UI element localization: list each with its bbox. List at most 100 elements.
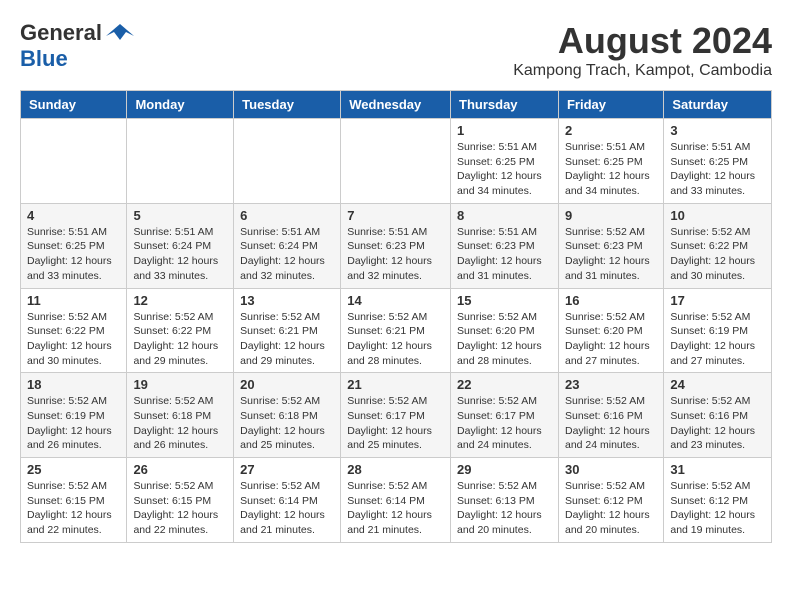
day-info: Sunrise: 5:52 AM Sunset: 6:23 PM Dayligh… (565, 225, 657, 284)
day-info: Sunrise: 5:52 AM Sunset: 6:13 PM Dayligh… (457, 479, 552, 538)
calendar-cell: 14 Sunrise: 5:52 AM Sunset: 6:21 PM Dayli… (341, 288, 451, 373)
calendar-cell: 19Sunrise: 5:52 AM Sunset: 6:18 PM Dayli… (127, 373, 234, 458)
calendar-cell: 25 Sunrise: 5:52 AM Sunset: 6:15 PM Dayli… (21, 458, 127, 543)
calendar-cell: 24 Sunrise: 5:52 AM Sunset: 6:16 PM Dayli… (664, 373, 772, 458)
day-info: Sunrise: 5:52 AM Sunset: 6:16 PM Dayligh… (565, 394, 657, 453)
day-of-week-header: Saturday (664, 91, 772, 119)
calendar-cell: 29Sunrise: 5:52 AM Sunset: 6:13 PM Dayli… (451, 458, 559, 543)
calendar-cell: 22Sunrise: 5:52 AM Sunset: 6:17 PM Dayli… (451, 373, 559, 458)
day-number: 18 (27, 377, 120, 392)
day-number: 16 (565, 293, 657, 308)
day-info: Sunrise: 5:51 AM Sunset: 6:25 PM Dayligh… (670, 140, 765, 199)
day-info: Sunrise: 5:52 AM Sunset: 6:17 PM Dayligh… (347, 394, 444, 453)
day-number: 13 (240, 293, 334, 308)
day-number: 17 (670, 293, 765, 308)
day-number: 21 (347, 377, 444, 392)
logo-general: General (20, 20, 102, 46)
day-number: 22 (457, 377, 552, 392)
day-number: 24 (670, 377, 765, 392)
calendar-cell: 23 Sunrise: 5:52 AM Sunset: 6:16 PM Dayli… (558, 373, 663, 458)
day-info: Sunrise: 5:52 AM Sunset: 6:20 PM Dayligh… (565, 310, 657, 369)
day-number: 30 (565, 462, 657, 477)
day-info: Sunrise: 5:52 AM Sunset: 6:15 PM Dayligh… (133, 479, 227, 538)
day-info: Sunrise: 5:52 AM Sunset: 6:18 PM Dayligh… (240, 394, 334, 453)
day-of-week-header: Friday (558, 91, 663, 119)
day-info: Sunrise: 5:52 AM Sunset: 6:19 PM Dayligh… (27, 394, 120, 453)
calendar-cell: 20 Sunrise: 5:52 AM Sunset: 6:18 PM Dayli… (234, 373, 341, 458)
day-info: Sunrise: 5:51 AM Sunset: 6:24 PM Dayligh… (133, 225, 227, 284)
day-info: Sunrise: 5:52 AM Sunset: 6:22 PM Dayligh… (670, 225, 765, 284)
calendar-cell: 3 Sunrise: 5:51 AM Sunset: 6:25 PM Daylig… (664, 119, 772, 204)
day-number: 28 (347, 462, 444, 477)
calendar-cell: 9 Sunrise: 5:52 AM Sunset: 6:23 PM Daylig… (558, 203, 663, 288)
calendar-week-row: 11 Sunrise: 5:52 AM Sunset: 6:22 PM Dayli… (21, 288, 772, 373)
calendar-cell: 28 Sunrise: 5:52 AM Sunset: 6:14 PM Dayli… (341, 458, 451, 543)
day-number: 8 (457, 208, 552, 223)
calendar-cell: 11Sunrise: 5:52 AM Sunset: 6:22 PM Dayli… (21, 288, 127, 373)
day-info: Sunrise: 5:52 AM Sunset: 6:21 PM Dayligh… (240, 310, 334, 369)
day-number: 11 (27, 293, 120, 308)
calendar-cell: 8 Sunrise: 5:51 AM Sunset: 6:23 PM Daylig… (451, 203, 559, 288)
calendar-table: SundayMondayTuesdayWednesdayThursdayFrid… (20, 90, 772, 543)
calendar-cell: 2 Sunrise: 5:51 AM Sunset: 6:25 PM Daylig… (558, 119, 663, 204)
calendar-cell: 6Sunrise: 5:51 AM Sunset: 6:24 PM Daylig… (234, 203, 341, 288)
day-of-week-header: Monday (127, 91, 234, 119)
calendar-cell: 7 Sunrise: 5:51 AM Sunset: 6:23 PM Daylig… (341, 203, 451, 288)
day-number: 10 (670, 208, 765, 223)
day-info: Sunrise: 5:51 AM Sunset: 6:23 PM Dayligh… (457, 225, 552, 284)
calendar-cell: 10 Sunrise: 5:52 AM Sunset: 6:22 PM Dayli… (664, 203, 772, 288)
calendar-cell: 15 Sunrise: 5:52 AM Sunset: 6:20 PM Dayli… (451, 288, 559, 373)
calendar-cell: 21 Sunrise: 5:52 AM Sunset: 6:17 PM Dayli… (341, 373, 451, 458)
day-number: 14 (347, 293, 444, 308)
day-info: Sunrise: 5:51 AM Sunset: 6:25 PM Dayligh… (565, 140, 657, 199)
day-number: 12 (133, 293, 227, 308)
calendar-cell (341, 119, 451, 204)
day-info: Sunrise: 5:52 AM Sunset: 6:12 PM Dayligh… (670, 479, 765, 538)
day-info: Sunrise: 5:51 AM Sunset: 6:23 PM Dayligh… (347, 225, 444, 284)
calendar-cell: 12 Sunrise: 5:52 AM Sunset: 6:22 PM Dayli… (127, 288, 234, 373)
day-number: 23 (565, 377, 657, 392)
day-info: Sunrise: 5:52 AM Sunset: 6:15 PM Dayligh… (27, 479, 120, 538)
logo-bird-icon (106, 22, 134, 44)
day-info: Sunrise: 5:52 AM Sunset: 6:22 PM Dayligh… (133, 310, 227, 369)
calendar-week-row: 25 Sunrise: 5:52 AM Sunset: 6:15 PM Dayli… (21, 458, 772, 543)
calendar-cell: 30 Sunrise: 5:52 AM Sunset: 6:12 PM Dayli… (558, 458, 663, 543)
logo: General Blue (20, 20, 134, 72)
calendar-week-row: 1 Sunrise: 5:51 AM Sunset: 6:25 PM Daylig… (21, 119, 772, 204)
day-number: 31 (670, 462, 765, 477)
day-number: 1 (457, 123, 552, 138)
day-number: 6 (240, 208, 334, 223)
day-info: Sunrise: 5:51 AM Sunset: 6:25 PM Dayligh… (27, 225, 120, 284)
day-of-week-header: Sunday (21, 91, 127, 119)
day-number: 9 (565, 208, 657, 223)
calendar-cell: 17Sunrise: 5:52 AM Sunset: 6:19 PM Dayli… (664, 288, 772, 373)
day-number: 25 (27, 462, 120, 477)
calendar-cell: 1 Sunrise: 5:51 AM Sunset: 6:25 PM Daylig… (451, 119, 559, 204)
calendar-cell (127, 119, 234, 204)
day-info: Sunrise: 5:52 AM Sunset: 6:21 PM Dayligh… (347, 310, 444, 369)
calendar-week-row: 18 Sunrise: 5:52 AM Sunset: 6:19 PM Dayli… (21, 373, 772, 458)
header: General Blue August 2024 Kampong Trach, … (20, 20, 772, 80)
day-header-row: SundayMondayTuesdayWednesdayThursdayFrid… (21, 91, 772, 119)
day-info: Sunrise: 5:51 AM Sunset: 6:25 PM Dayligh… (457, 140, 552, 199)
day-number: 5 (133, 208, 227, 223)
calendar-cell: 16 Sunrise: 5:52 AM Sunset: 6:20 PM Dayli… (558, 288, 663, 373)
day-info: Sunrise: 5:52 AM Sunset: 6:16 PM Dayligh… (670, 394, 765, 453)
calendar-cell: 26Sunrise: 5:52 AM Sunset: 6:15 PM Dayli… (127, 458, 234, 543)
calendar-cell (21, 119, 127, 204)
calendar-week-row: 4Sunrise: 5:51 AM Sunset: 6:25 PM Daylig… (21, 203, 772, 288)
page-title: August 2024 (513, 20, 772, 62)
day-number: 15 (457, 293, 552, 308)
calendar-cell: 31 Sunrise: 5:52 AM Sunset: 6:12 PM Dayli… (664, 458, 772, 543)
calendar-cell: 4Sunrise: 5:51 AM Sunset: 6:25 PM Daylig… (21, 203, 127, 288)
day-number: 3 (670, 123, 765, 138)
day-of-week-header: Tuesday (234, 91, 341, 119)
day-info: Sunrise: 5:52 AM Sunset: 6:20 PM Dayligh… (457, 310, 552, 369)
day-info: Sunrise: 5:52 AM Sunset: 6:14 PM Dayligh… (347, 479, 444, 538)
day-number: 7 (347, 208, 444, 223)
day-info: Sunrise: 5:52 AM Sunset: 6:12 PM Dayligh… (565, 479, 657, 538)
day-number: 20 (240, 377, 334, 392)
title-area: August 2024 Kampong Trach, Kampot, Cambo… (513, 20, 772, 80)
day-info: Sunrise: 5:52 AM Sunset: 6:18 PM Dayligh… (133, 394, 227, 453)
day-number: 2 (565, 123, 657, 138)
